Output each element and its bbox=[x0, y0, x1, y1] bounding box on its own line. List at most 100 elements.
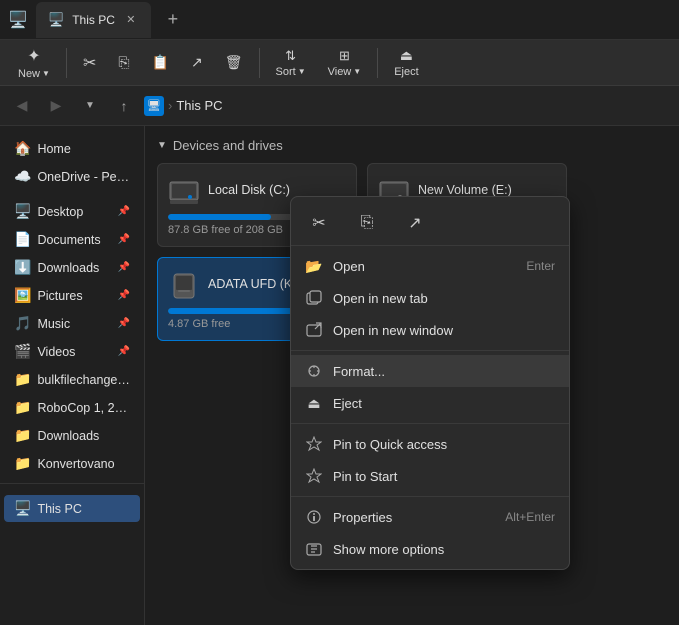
pin-icon: 📌 bbox=[118, 234, 130, 245]
home-icon: 🏠 bbox=[14, 140, 31, 157]
toolbar-sep-1 bbox=[66, 48, 67, 78]
sidebar-item-konvertovano[interactable]: 📁 Konvertovano bbox=[4, 450, 140, 477]
new-icon: ✦ bbox=[27, 46, 40, 66]
section-title: Devices and drives bbox=[173, 138, 283, 153]
active-tab[interactable]: 🖥️ This PC ✕ bbox=[36, 2, 151, 38]
sidebar-item-videos[interactable]: 🎬 Videos 📌 bbox=[4, 338, 140, 365]
sidebar-item-label: RoboCop 1, 2, 3… bbox=[37, 401, 130, 415]
ctx-open-new-tab[interactable]: Open in new tab bbox=[291, 282, 569, 314]
toolbar: ✦ New ▼ ✂ ⎘ 📋 ↗ 🗑 ⇅ Sort ▼ ⊞ View ▼ ⏏ E bbox=[0, 40, 679, 86]
ctx-pin-start-label: Pin to Start bbox=[333, 469, 555, 484]
ctx-share-button[interactable]: ↗ bbox=[399, 207, 431, 239]
sidebar-item-label: Desktop bbox=[37, 205, 111, 219]
tab-icon: 🖥️ bbox=[48, 12, 64, 28]
ctx-format[interactable]: Format... bbox=[291, 355, 569, 387]
section-toggle[interactable]: ▼ bbox=[157, 140, 167, 151]
ctx-pin-quick-label: Pin to Quick access bbox=[333, 437, 555, 452]
ctx-properties-label: Properties bbox=[333, 510, 495, 525]
delete-button[interactable]: 🗑 bbox=[215, 43, 253, 83]
tab-close-button[interactable]: ✕ bbox=[123, 12, 139, 28]
ctx-open-new-tab-label: Open in new tab bbox=[333, 291, 555, 306]
ctx-sep-1 bbox=[291, 350, 569, 351]
ctx-cut-button[interactable]: ✂ bbox=[303, 207, 335, 239]
drive-c-label: Local Disk (C:) bbox=[208, 183, 290, 197]
paste-icon: 📋 bbox=[152, 54, 169, 71]
ctx-format-icon bbox=[305, 362, 323, 380]
sort-icon: ⇅ bbox=[285, 48, 296, 64]
new-tab-button[interactable]: + bbox=[159, 6, 187, 34]
ctx-open-new-window-label: Open in new window bbox=[333, 323, 555, 338]
copy-button[interactable]: ⎘ bbox=[108, 43, 139, 83]
sidebar-item-label: Videos bbox=[37, 345, 111, 359]
sidebar-item-this-pc[interactable]: 🖥️ This PC bbox=[4, 495, 140, 522]
ctx-open-label: Open bbox=[333, 259, 516, 274]
ctx-open[interactable]: 📂 Open Enter bbox=[291, 250, 569, 282]
ctx-show-more-icon bbox=[305, 540, 323, 558]
up-button[interactable]: ↑ bbox=[110, 92, 138, 120]
sidebar-item-downloads2[interactable]: 📁 Downloads bbox=[4, 422, 140, 449]
share-button[interactable]: ↗ bbox=[181, 43, 213, 83]
forward-button[interactable]: ▶ bbox=[42, 92, 70, 120]
copy-icon: ⎘ bbox=[118, 54, 129, 71]
pin-icon: 📌 bbox=[118, 206, 130, 217]
view-dropdown-arrow: ▼ bbox=[353, 67, 361, 76]
address-icon: 🖥 bbox=[144, 96, 164, 116]
toolbar-sep-3 bbox=[377, 48, 378, 78]
sidebar-item-pictures[interactable]: 🖼️ Pictures 📌 bbox=[4, 282, 140, 309]
pin-icon: 📌 bbox=[118, 318, 130, 329]
folder-icon: 📁 bbox=[14, 371, 31, 388]
paste-button[interactable]: 📋 bbox=[142, 43, 179, 83]
ctx-pin-start[interactable]: Pin to Start bbox=[291, 460, 569, 492]
address-path[interactable]: 🖥 › This PC bbox=[144, 96, 223, 116]
ctx-pin-start-icon bbox=[305, 467, 323, 485]
sidebar-item-desktop[interactable]: 🖥️ Desktop 📌 bbox=[4, 198, 140, 225]
delete-icon: 🗑 bbox=[225, 54, 243, 71]
sidebar-item-downloads[interactable]: ⬇️ Downloads 📌 bbox=[4, 254, 140, 281]
sidebar-item-documents[interactable]: 📄 Documents 📌 bbox=[4, 226, 140, 253]
music-icon: 🎵 bbox=[14, 315, 31, 332]
ctx-eject-label: Eject bbox=[333, 396, 555, 411]
cut-button[interactable]: ✂ bbox=[73, 43, 106, 83]
tab-label: This PC bbox=[72, 13, 115, 27]
address-separator: › bbox=[168, 98, 172, 113]
ctx-format-label: Format... bbox=[333, 364, 555, 379]
downloads-icon: ⬇️ bbox=[14, 259, 31, 276]
sidebar-item-label: Home bbox=[37, 142, 130, 156]
sidebar-item-robocop[interactable]: 📁 RoboCop 1, 2, 3… bbox=[4, 394, 140, 421]
sort-button[interactable]: ⇅ Sort ▼ bbox=[266, 43, 316, 83]
ctx-eject[interactable]: ⏏ Eject bbox=[291, 387, 569, 419]
share-icon: ↗ bbox=[191, 54, 203, 71]
title-bar: 🖥️ 🖥️ This PC ✕ + bbox=[0, 0, 679, 40]
cut-icon: ✂ bbox=[83, 53, 96, 73]
ctx-open-new-window[interactable]: Open in new window bbox=[291, 314, 569, 346]
drives-section-header: ▼ Devices and drives bbox=[157, 138, 667, 153]
view-icon: ⊞ bbox=[339, 48, 350, 64]
sort-dropdown-arrow: ▼ bbox=[298, 67, 306, 76]
ctx-pin-quick[interactable]: Pin to Quick access bbox=[291, 428, 569, 460]
sidebar-item-onedrive[interactable]: ☁️ OneDrive - Pers… bbox=[4, 163, 140, 190]
ctx-properties[interactable]: Properties Alt+Enter bbox=[291, 501, 569, 533]
sidebar-item-bulkfilechanger[interactable]: 📁 bulkfilechanger… bbox=[4, 366, 140, 393]
ctx-open-shortcut: Enter bbox=[526, 259, 555, 273]
ctx-open-new-tab-icon bbox=[305, 289, 323, 307]
recent-button[interactable]: ▼ bbox=[76, 92, 104, 120]
pin-icon: 📌 bbox=[118, 290, 130, 301]
sidebar-item-label: OneDrive - Pers… bbox=[37, 170, 130, 184]
address-text: This PC bbox=[176, 98, 222, 113]
eject-button[interactable]: ⏏ Eject bbox=[384, 43, 428, 83]
drive-k-label: ADATA UFD (K:) bbox=[208, 277, 300, 291]
sidebar-item-label: Music bbox=[37, 317, 111, 331]
drive-k-icon bbox=[168, 268, 200, 300]
sidebar-item-home[interactable]: 🏠 Home bbox=[4, 135, 140, 162]
sidebar-item-label: Downloads bbox=[37, 261, 111, 275]
drive-k-fill bbox=[168, 308, 293, 314]
ctx-show-more[interactable]: Show more options bbox=[291, 533, 569, 565]
ctx-copy-button[interactable]: ⎘ bbox=[351, 207, 383, 239]
this-pc-icon: 🖥️ bbox=[14, 500, 31, 517]
ctx-open-icon: 📂 bbox=[305, 257, 323, 275]
back-button[interactable]: ◀ bbox=[8, 92, 36, 120]
view-button[interactable]: ⊞ View ▼ bbox=[318, 43, 372, 83]
new-button[interactable]: ✦ New ▼ bbox=[8, 43, 60, 83]
sidebar: 🏠 Home ☁️ OneDrive - Pers… 🖥️ Desktop 📌 … bbox=[0, 126, 145, 625]
sidebar-item-music[interactable]: 🎵 Music 📌 bbox=[4, 310, 140, 337]
